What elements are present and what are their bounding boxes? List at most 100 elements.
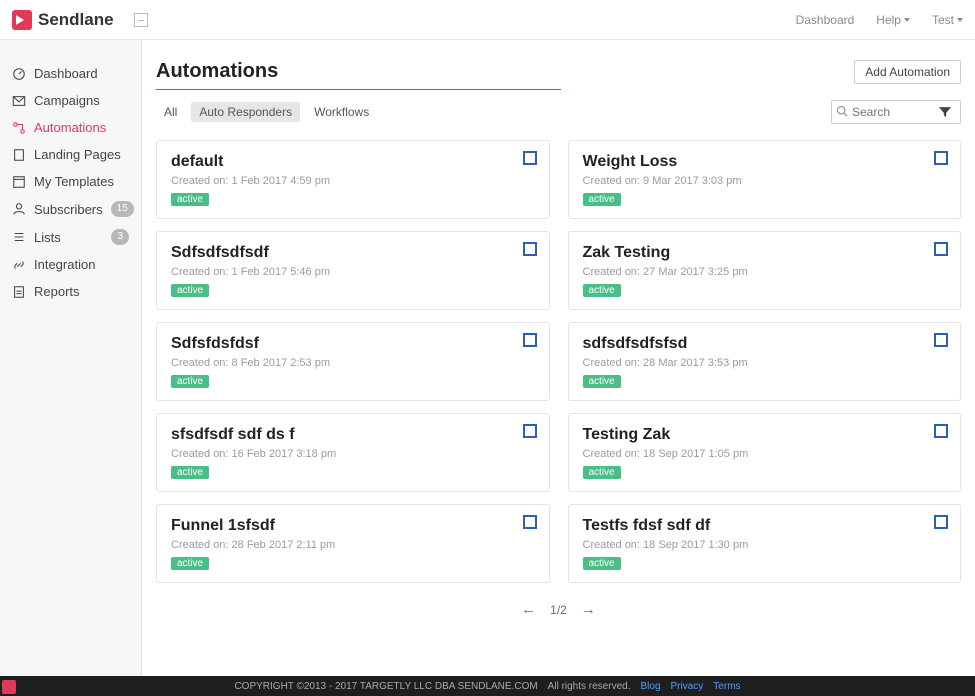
status-badge: active: [583, 284, 621, 297]
stop-icon[interactable]: [934, 424, 948, 438]
card-title: Sdfsfdsfdsf: [171, 335, 535, 353]
tabs: All Auto Responders Workflows: [156, 102, 377, 122]
topnav-help[interactable]: Help: [876, 13, 910, 27]
sidebar-item-label: Dashboard: [34, 66, 98, 81]
sidebar-badge: 15: [111, 201, 134, 217]
template-icon: [12, 175, 26, 189]
brand[interactable]: Sendlane: [12, 10, 114, 30]
footer: COPYRIGHT ©2013 - 2017 TARGETLY LLC DBA …: [0, 676, 975, 696]
sidebar-item-lists[interactable]: Lists 3: [0, 223, 141, 251]
card-created: Created on: 28 Mar 2017 3:53 pm: [583, 357, 947, 369]
stop-icon[interactable]: [523, 424, 537, 438]
sidebar-item-label: My Templates: [34, 174, 114, 189]
stop-icon[interactable]: [523, 515, 537, 529]
status-badge: active: [171, 557, 209, 570]
card-created: Created on: 1 Feb 2017 5:46 pm: [171, 266, 535, 278]
status-badge: active: [583, 466, 621, 479]
sidebar-item-my-templates[interactable]: My Templates: [0, 168, 141, 195]
automation-card[interactable]: defaultCreated on: 1 Feb 2017 4:59 pmact…: [156, 140, 550, 219]
stop-icon[interactable]: [523, 242, 537, 256]
add-automation-button[interactable]: Add Automation: [854, 60, 961, 84]
status-badge: active: [583, 193, 621, 206]
automation-card[interactable]: Zak Testing Created on: 27 Mar 2017 3:25 …: [568, 231, 962, 310]
sidebar-item-reports[interactable]: Reports: [0, 278, 141, 305]
topnav-dashboard-label: Dashboard: [796, 13, 855, 27]
card-title: Zak Testing: [583, 244, 947, 262]
sidebar-item-automations[interactable]: Automations: [0, 114, 141, 141]
sidebar-item-label: Automations: [34, 120, 106, 135]
sidebar-item-integration[interactable]: Integration: [0, 251, 141, 278]
sidebar-item-dashboard[interactable]: Dashboard: [0, 60, 141, 87]
tabs-row: All Auto Responders Workflows: [156, 100, 961, 124]
automation-card[interactable]: Testfs fdsf sdf df Created on: 18 Sep 201…: [568, 504, 962, 583]
report-icon: [12, 285, 26, 299]
stop-icon[interactable]: [934, 515, 948, 529]
gauge-icon: [12, 67, 26, 81]
status-badge: active: [171, 375, 209, 388]
automation-card[interactable]: Testing ZakCreated on: 18 Sep 2017 1:05 …: [568, 413, 962, 492]
page-header: Automations Add Automation: [156, 60, 961, 90]
sidebar-item-label: Lists: [34, 230, 61, 245]
automation-card[interactable]: sfsdfsdf sdf ds fCreated on: 16 Feb 2017…: [156, 413, 550, 492]
status-badge: active: [583, 557, 621, 570]
search-box[interactable]: [831, 100, 961, 124]
envelope-icon: [12, 94, 26, 108]
search-icon: [836, 105, 848, 120]
page-icon: [12, 148, 26, 162]
card-title: Funnel 1sfsdf: [171, 517, 535, 535]
sidebar-item-label: Integration: [34, 257, 95, 272]
tab-auto-responders[interactable]: Auto Responders: [191, 102, 300, 122]
topnav-user[interactable]: Test: [932, 13, 963, 27]
tab-workflows[interactable]: Workflows: [306, 102, 377, 122]
card-title: sdfsdfsdfsfsd: [583, 335, 947, 353]
footer-link-privacy[interactable]: Privacy: [671, 681, 704, 692]
automation-card[interactable]: Sdfsdfsdfsdf Created on: 1 Feb 2017 5:46 …: [156, 231, 550, 310]
sidebar-item-label: Subscribers: [34, 202, 103, 217]
automation-card[interactable]: Sdfsfdsfdsf Created on: 8 Feb 2017 2:53 p…: [156, 322, 550, 401]
search-input[interactable]: [852, 105, 930, 119]
sidebar-item-label: Landing Pages: [34, 147, 121, 162]
automation-card[interactable]: Weight Loss Created on: 9 Mar 2017 3:03 p…: [568, 140, 962, 219]
sidebar: Dashboard Campaigns Automations Landing …: [0, 40, 142, 676]
card-created: Created on: 18 Sep 2017 1:30 pm: [583, 539, 947, 551]
footer-link-terms[interactable]: Terms: [713, 681, 740, 692]
automation-icon: [12, 121, 26, 135]
card-title: Sdfsdfsdfsdf: [171, 244, 535, 262]
stop-icon[interactable]: [934, 333, 948, 347]
sidebar-item-campaigns[interactable]: Campaigns: [0, 87, 141, 114]
status-badge: active: [583, 375, 621, 388]
card-title: Testfs fdsf sdf df: [583, 517, 947, 535]
stop-icon[interactable]: [934, 242, 948, 256]
topbar: Sendlane Dashboard Help Test: [0, 0, 975, 40]
page-title: Automations: [156, 60, 561, 83]
topnav-dashboard[interactable]: Dashboard: [796, 13, 855, 27]
list-icon: [12, 230, 26, 244]
filter-icon[interactable]: [934, 101, 956, 123]
collapse-sidebar-icon[interactable]: [134, 13, 148, 27]
tab-all[interactable]: All: [156, 102, 185, 122]
stop-icon[interactable]: [523, 151, 537, 165]
status-badge: active: [171, 284, 209, 297]
sidebar-item-landing-pages[interactable]: Landing Pages: [0, 141, 141, 168]
next-page-arrow-icon[interactable]: →: [581, 601, 596, 618]
prev-page-arrow-icon[interactable]: ←: [521, 601, 536, 618]
card-title: Weight Loss: [583, 153, 947, 171]
automation-card[interactable]: Funnel 1sfsdfCreated on: 28 Feb 2017 2:1…: [156, 504, 550, 583]
footer-link-blog[interactable]: Blog: [640, 681, 660, 692]
topnav-help-label: Help: [876, 13, 901, 27]
brand-name: Sendlane: [38, 10, 114, 30]
stop-icon[interactable]: [523, 333, 537, 347]
stop-icon[interactable]: [934, 151, 948, 165]
sidebar-badge: 3: [111, 229, 129, 245]
card-created: Created on: 1 Feb 2017 4:59 pm: [171, 175, 535, 187]
pagination-label: 1/2: [550, 603, 567, 617]
card-created: Created on: 8 Feb 2017 2:53 pm: [171, 357, 535, 369]
automation-card[interactable]: sdfsdfsdfsfsd Created on: 28 Mar 2017 3:5…: [568, 322, 962, 401]
chevron-down-icon: [904, 18, 910, 22]
card-title: Testing Zak: [583, 426, 947, 444]
pagination: ← 1/2 →: [156, 601, 961, 628]
sidebar-item-label: Reports: [34, 284, 80, 299]
card-created: Created on: 27 Mar 2017 3:25 pm: [583, 266, 947, 278]
sidebar-item-subscribers[interactable]: Subscribers 15: [0, 195, 141, 223]
card-created: Created on: 9 Mar 2017 3:03 pm: [583, 175, 947, 187]
